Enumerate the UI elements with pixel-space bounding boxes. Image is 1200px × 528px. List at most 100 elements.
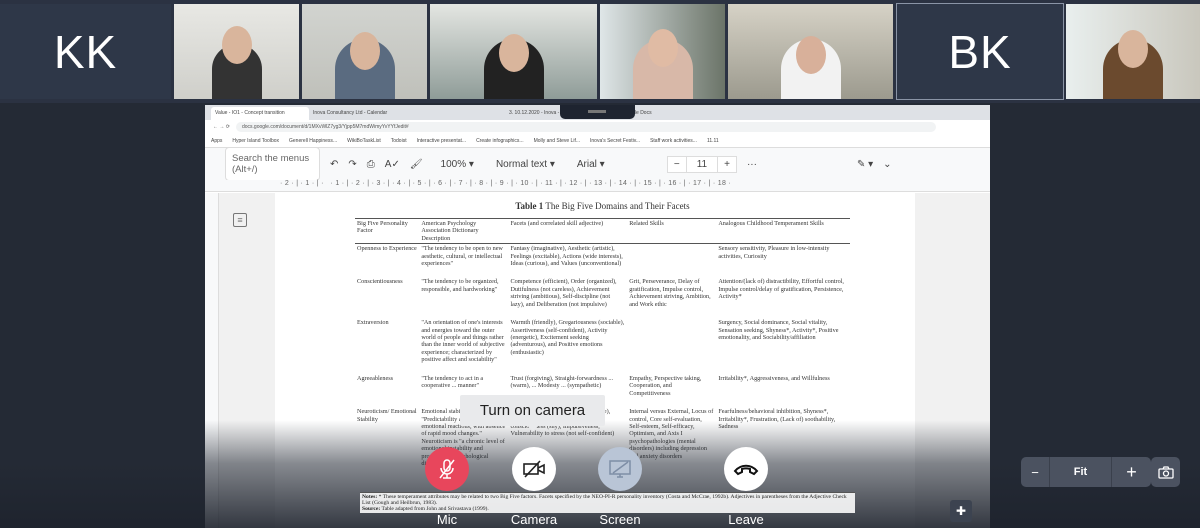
back-forward-reload-icon[interactable]: ← → ⟳: [213, 124, 230, 130]
participant-tile-kk[interactable]: KK: [0, 4, 171, 99]
zoom-value: 100%: [440, 158, 467, 170]
bookmark[interactable]: Inova's Secret Festiv...: [590, 138, 640, 144]
table-cell: Surgency, Social dominance, Social vital…: [718, 319, 839, 342]
add-comment-icon[interactable]: ✚: [950, 500, 972, 522]
document-outline-icon[interactable]: ≡: [233, 213, 247, 227]
camera-button[interactable]: [512, 447, 556, 491]
bookmark[interactable]: Hyper Island Toolbox: [232, 138, 279, 144]
participant-video[interactable]: [302, 4, 427, 99]
table-cell: Openness to Experience: [357, 245, 417, 253]
browser-tab[interactable]: Value - IO1 - Concept transition: [211, 107, 309, 120]
participant-tile-bk[interactable]: BK: [896, 3, 1064, 100]
camera-tooltip: Turn on camera: [460, 395, 605, 431]
table-cell: Warmth (friendly), Gregariousness (socia…: [510, 319, 625, 356]
table-cell: Irritability*, Aggressiveness, and Willf…: [718, 374, 830, 382]
font-value: Arial: [576, 158, 597, 170]
table-caption: Table 1 The Big Five Domains and Their F…: [515, 201, 690, 211]
table-cell: Competence (efficient), Order (organized…: [510, 278, 617, 308]
mic-button[interactable]: [425, 447, 469, 491]
table-row: Conscientiousness "The tendency to be org…: [355, 277, 850, 318]
browser-tabs: Value - IO1 - Concept transition Inova C…: [205, 105, 990, 120]
source-label: Source:: [362, 506, 381, 513]
participant-video[interactable]: [728, 4, 893, 99]
leave-button[interactable]: [724, 447, 768, 491]
participant-strip: KK BK: [0, 0, 1200, 103]
view-zoom-controls: − Fit +: [1021, 457, 1151, 487]
table-row: Openness to Experience "The tendency to b…: [355, 244, 850, 278]
zoom-out-button[interactable]: −: [1021, 457, 1050, 487]
horizontal-ruler[interactable]: · 2 · | · 1 · | · · 1 · | · 2 · | · 3 · …: [205, 180, 990, 192]
undo-icon[interactable]: ↶: [330, 159, 338, 170]
fit-button[interactable]: Fit: [1050, 457, 1112, 487]
bookmark[interactable]: Generell Happiness...: [289, 138, 337, 144]
document-content: Table 1 The Big Five Domains and Their F…: [355, 201, 850, 478]
table-cell: "The tendency to be open to new aestheti…: [421, 245, 503, 267]
font-size-value[interactable]: 11: [685, 156, 719, 172]
participant-initials: BK: [948, 25, 1012, 78]
table-cell: Fantasy (imaginative), Aesthetic (artist…: [510, 245, 623, 267]
participant-video[interactable]: [1066, 4, 1200, 99]
zoom-in-button[interactable]: +: [1112, 457, 1151, 487]
table-cell: [627, 244, 716, 278]
bookmark[interactable]: Todoist: [391, 138, 407, 144]
table-header: Facets (and correlated skill adjective): [510, 219, 604, 227]
increase-font-size[interactable]: +: [718, 157, 736, 172]
table-cell: Agreeableness: [357, 374, 394, 382]
snapshot-button[interactable]: [1151, 457, 1180, 487]
table-cell: Attention/(lack of) distractibility, Eff…: [718, 278, 844, 301]
decrease-font-size[interactable]: −: [668, 157, 686, 172]
table-cell: Empathy, Perspective taking, Cooperation…: [629, 374, 702, 397]
address-bar: ← → ⟳ docs.google.com/document/d/1MXvWlZ…: [205, 120, 990, 134]
camera-off-icon: [523, 460, 545, 478]
table-cell: Grit, Perseverance, Delay of gratificati…: [629, 278, 711, 308]
collapse-toolbar-icon[interactable]: ⌄: [883, 159, 891, 170]
table-cell: [627, 318, 716, 374]
font-select[interactable]: Arial ▾: [577, 159, 657, 170]
paint-format-icon[interactable]: 🖌: [410, 159, 423, 170]
screen-share-off-icon: [609, 460, 631, 478]
spellcheck-icon[interactable]: A✓: [385, 159, 400, 170]
big-five-table: Big Five Personality Factor American Psy…: [355, 218, 850, 478]
table-header: Analogous Childhood Temperament Skills: [718, 219, 824, 227]
table-header: American Psychology Association Dictiona…: [421, 219, 479, 242]
search-menus-input[interactable]: Search the menus (Alt+/): [225, 147, 320, 181]
source-text: Table adapted from John and Srivastava (…: [381, 506, 489, 513]
table-cell: Neuroticism/ Emotional Stability: [357, 408, 417, 423]
browser-tab[interactable]: Inova Consultancy Ltd - Calendar: [309, 107, 401, 120]
hang-up-icon: [733, 464, 759, 476]
font-size-stepper[interactable]: −11 +: [666, 155, 737, 173]
style-select[interactable]: Normal text ▾: [496, 159, 555, 170]
table-header: Big Five Personality Factor: [357, 219, 408, 235]
mic-off-icon: [439, 459, 455, 479]
participant-video[interactable]: [174, 4, 299, 99]
bookmark[interactable]: Interactive presentat...: [417, 138, 466, 144]
print-icon[interactable]: ⎙: [367, 159, 375, 170]
docs-toolbar: Search the menus (Alt+/) ↶ ↷ ⎙ A✓ 🖌 100%…: [205, 147, 990, 181]
bookmark[interactable]: Create infographics...: [476, 138, 524, 144]
bookmark[interactable]: WikiBoTaskList: [347, 138, 381, 144]
bookmarks-bar: Apps Hyper Island Toolbox Generell Happi…: [205, 134, 990, 148]
table-cell: "The tendency to be organized, responsib…: [421, 278, 499, 293]
style-value: Normal text: [495, 158, 548, 170]
notes-text: * These temperament attributes may be re…: [362, 494, 847, 507]
zoom-select[interactable]: 100% ▾: [441, 159, 474, 170]
screen-share-button[interactable]: [598, 447, 642, 491]
participant-initials: KK: [53, 25, 118, 78]
bookmark[interactable]: Molly and Steve Lif...: [534, 138, 580, 144]
vertical-ruler[interactable]: [205, 193, 219, 528]
redo-icon[interactable]: ↷: [348, 159, 356, 170]
bookmark[interactable]: Apps: [211, 138, 222, 144]
table-notes: Notes: * These temperament attributes ma…: [360, 492, 855, 514]
bookmark[interactable]: 11.11: [707, 138, 719, 144]
table-cell: Extraversion: [357, 319, 389, 327]
url-field[interactable]: docs.google.com/document/d/1MXvWlZ7yg3/Y…: [235, 122, 936, 132]
document-page[interactable]: Table 1 The Big Five Domains and Their F…: [275, 193, 915, 528]
document-area: ≡ Table 1 The Big Five Domains and Their…: [205, 193, 990, 528]
bookmark[interactable]: Staff work activities...: [650, 138, 697, 144]
table-row: Extraversion "An orientation of one's int…: [355, 318, 850, 374]
more-options-icon[interactable]: ···: [747, 159, 757, 170]
editing-mode-icon[interactable]: ✎ ▾: [857, 159, 873, 170]
participant-video[interactable]: [600, 4, 725, 99]
participant-video[interactable]: [430, 4, 597, 99]
screen-share-drag-handle[interactable]: [560, 105, 635, 119]
